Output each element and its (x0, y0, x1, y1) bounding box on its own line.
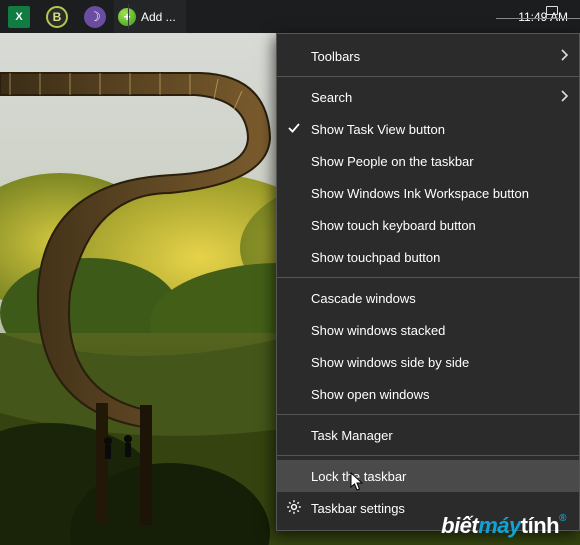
menu-item-task-manager[interactable]: Task Manager (277, 419, 579, 451)
b-icon: B (46, 6, 68, 28)
chevron-right-icon (561, 89, 569, 105)
menu-label: Lock the taskbar (311, 469, 569, 484)
menu-separator (277, 455, 579, 456)
viewport: X B ☽ + Add ... 11:49 AM (0, 0, 580, 545)
plus-icon: + (118, 8, 136, 26)
menu-label: Task Manager (311, 428, 569, 443)
taskbar-pinned-apps: X B ☽ (0, 0, 114, 33)
watermark: biếtmáytính® (441, 513, 566, 539)
taskbar-context-menu: Toolbars Search Show Task View button Sh… (276, 33, 580, 531)
b-letter: B (53, 10, 62, 24)
menu-item-sidebyside[interactable]: Show windows side by side (277, 346, 579, 378)
check-icon (287, 121, 301, 138)
taskbar-divider (128, 4, 129, 29)
moon-icon: ☽ (84, 6, 106, 28)
clock-text: 11:49 AM (518, 10, 568, 24)
menu-item-cascade[interactable]: Cascade windows (277, 282, 579, 314)
menu-label: Toolbars (311, 49, 561, 64)
taskbar-app-purple[interactable]: ☽ (76, 0, 114, 33)
taskbar-add-button[interactable]: + Add ... (114, 0, 186, 33)
menu-label: Show Task View button (311, 122, 569, 137)
menu-separator (277, 277, 579, 278)
add-label: Add ... (141, 10, 176, 24)
menu-label: Show open windows (311, 387, 569, 402)
menu-item-toolbars[interactable]: Toolbars (277, 40, 579, 72)
menu-item-show-open[interactable]: Show open windows (277, 378, 579, 410)
menu-separator (277, 414, 579, 415)
menu-item-show-touch-keyboard[interactable]: Show touch keyboard button (277, 209, 579, 241)
menu-label: Search (311, 90, 561, 105)
taskbar-clock[interactable]: 11:49 AM (512, 0, 574, 33)
excel-icon: X (8, 6, 30, 28)
watermark-part1: biết (441, 513, 478, 538)
tray-icon[interactable] (546, 6, 558, 15)
menu-label: Show People on the taskbar (311, 154, 569, 169)
menu-item-search[interactable]: Search (277, 81, 579, 113)
taskbar: X B ☽ + Add ... 11:49 AM (0, 0, 580, 33)
watermark-part2: máy (478, 513, 521, 538)
menu-item-lock-taskbar[interactable]: Lock the taskbar (277, 460, 579, 492)
menu-label: Cascade windows (311, 291, 569, 306)
taskbar-app-excel[interactable]: X (0, 0, 38, 33)
menu-label: Show windows stacked (311, 323, 569, 338)
excel-letter: X (15, 11, 22, 23)
menu-label: Show touchpad button (311, 250, 569, 265)
moon-glyph: ☽ (89, 9, 101, 25)
menu-label: Show touch keyboard button (311, 218, 569, 233)
menu-item-show-ink[interactable]: Show Windows Ink Workspace button (277, 177, 579, 209)
menu-label: Show windows side by side (311, 355, 569, 370)
clock-underline (496, 18, 580, 19)
menu-item-stacked[interactable]: Show windows stacked (277, 314, 579, 346)
gear-icon (286, 499, 302, 518)
menu-item-show-task-view[interactable]: Show Task View button (277, 113, 579, 145)
menu-item-show-people[interactable]: Show People on the taskbar (277, 145, 579, 177)
menu-separator (277, 76, 579, 77)
taskbar-app-b[interactable]: B (38, 0, 76, 33)
chevron-right-icon (561, 48, 569, 64)
menu-item-show-touchpad[interactable]: Show touchpad button (277, 241, 579, 273)
menu-label: Show Windows Ink Workspace button (311, 186, 569, 201)
watermark-reg: ® (559, 513, 566, 524)
watermark-part3: tính (521, 513, 559, 538)
